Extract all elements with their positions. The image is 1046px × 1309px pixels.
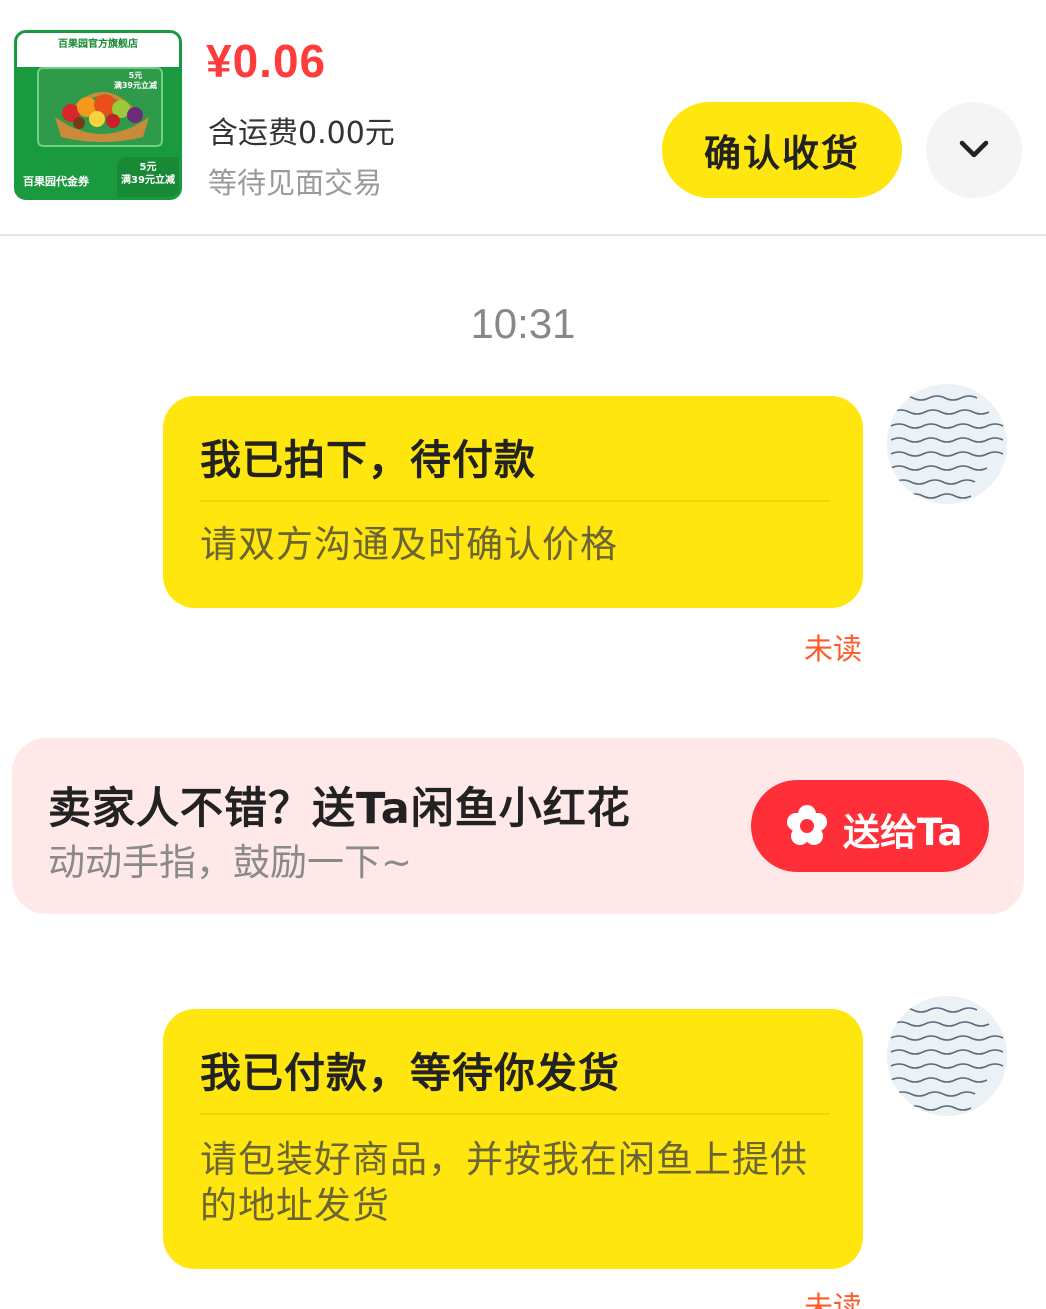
message-body: 请包装好商品，并按我在闲鱼上提供的地址发货 (200, 1138, 808, 1227)
flower-promo-card: 卖家人不错？送Ta闲鱼小红花 动动手指，鼓励一下~ 送给Ta (12, 738, 1024, 914)
card-deal-amount: 5元 (128, 71, 143, 80)
thumbnail-voucher-label: 百果园代金券 (23, 175, 89, 188)
promo-title: 卖家人不错？送Ta闲鱼小红花 (48, 784, 631, 834)
message-divider (200, 1113, 830, 1115)
read-status: 未读 (804, 632, 863, 666)
voucher-deal-condition: 满39元立减 (121, 175, 175, 186)
order-status: 等待见面交易 (208, 166, 383, 200)
expand-order-button[interactable] (926, 102, 1022, 198)
flower-icon (787, 805, 827, 845)
thumbnail-voucher-deal: 5元 满39元立减 (117, 157, 179, 197)
thumbnail-header: 百果园官方旗舰店 (17, 33, 179, 67)
avatar[interactable] (887, 384, 1007, 504)
send-flower-button[interactable]: 送给Ta (751, 780, 989, 872)
chat-timestamp: 10:31 (470, 300, 576, 347)
thumbnail-card-deal: 5元 满39元立减 (114, 71, 157, 91)
product-thumbnail[interactable]: 百果园官方旗舰店 5元 满39元立减 百果园代金券 5元 满39元立减 (14, 30, 182, 200)
message-bubble[interactable]: 我已拍下，待付款 请双方沟通及时确认价格 (163, 396, 863, 608)
card-deal-condition: 满39元立减 (113, 81, 157, 90)
message-body: 请双方沟通及时确认价格 (200, 523, 618, 566)
voucher-deal-amount: 5元 (139, 162, 157, 173)
message-bubble[interactable]: 我已付款，等待你发货 请包装好商品，并按我在闲鱼上提供的地址发货 (163, 1009, 863, 1269)
order-bar: 百果园官方旗舰店 5元 满39元立减 百果园代金券 5元 满39元立减 ¥0.0… (0, 0, 1046, 236)
handwriting-avatar-image (887, 996, 1007, 1116)
read-status: 未读 (804, 1290, 863, 1309)
promo-subtitle: 动动手指，鼓励一下~ (48, 841, 413, 884)
send-flower-label: 送给Ta (843, 811, 963, 854)
shipping-fee: 含运费0.00元 (208, 116, 395, 151)
avatar[interactable] (887, 996, 1007, 1116)
message-divider (200, 500, 830, 502)
message-title: 我已付款，等待你发货 (200, 1049, 620, 1097)
confirm-receipt-button[interactable]: 确认收货 (662, 102, 902, 198)
handwriting-avatar-image (887, 384, 1007, 504)
order-price: ¥0.06 (206, 35, 327, 87)
thumbnail-store-label: 百果园官方旗舰店 (58, 39, 138, 50)
fruit-basket-image: 5元 满39元立减 (37, 67, 163, 147)
chevron-down-icon (959, 140, 989, 158)
message-title: 我已拍下，待付款 (200, 436, 536, 484)
